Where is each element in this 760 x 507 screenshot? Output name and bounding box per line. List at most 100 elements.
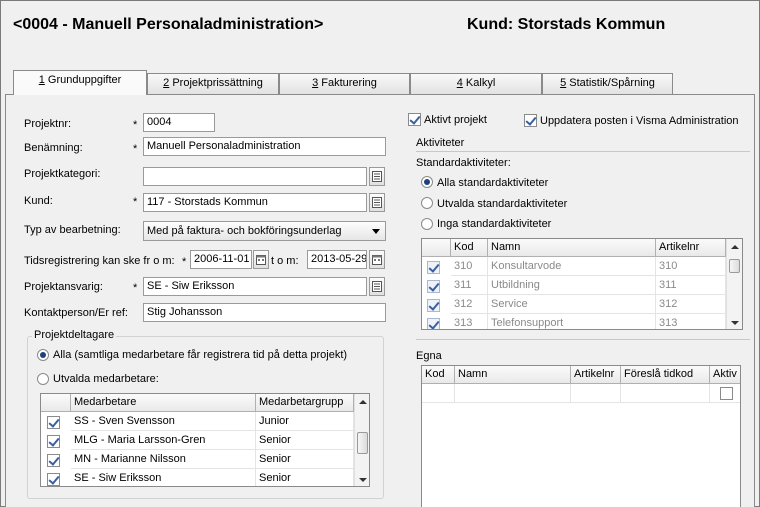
grid-header-medarbetare: Medarbetare bbox=[71, 394, 256, 412]
table-cell-kod: 310 bbox=[451, 257, 488, 276]
tom-label: t o m: bbox=[271, 255, 299, 267]
tab-grunduppgifter[interactable]: 1 Grunduppgifter bbox=[13, 70, 147, 95]
kund-input[interactable]: 117 - Storstads Kommun bbox=[143, 193, 367, 212]
row-checkbox[interactable] bbox=[47, 473, 60, 486]
radio-alla-standard[interactable] bbox=[421, 176, 433, 188]
table-row: Service bbox=[488, 295, 656, 314]
tab-projektprissattning[interactable]: 2 Projektprissättning bbox=[147, 73, 279, 94]
table-cell-artikelnr: 311 bbox=[656, 276, 726, 295]
table-row: Konsultarvode bbox=[488, 257, 656, 276]
scroll-thumb[interactable] bbox=[729, 259, 740, 273]
medarbetare-scrollbar[interactable] bbox=[354, 394, 369, 486]
grid-header-namn: Namn bbox=[455, 366, 571, 384]
tidsreg-label: Tidsregistrering kan ske fr o m: bbox=[24, 255, 175, 267]
grid-header-kod: Kod bbox=[451, 239, 488, 257]
kontakt-label: Kontaktperson/Er ref: bbox=[24, 307, 128, 319]
scroll-thumb[interactable] bbox=[357, 432, 368, 454]
table-cell-namn[interactable] bbox=[455, 384, 571, 403]
radio-inga-standard-label: Inga standardaktiviteter bbox=[437, 218, 552, 230]
row-checkbox[interactable] bbox=[427, 280, 440, 293]
grid-header-artikelnr: Artikelnr bbox=[656, 239, 726, 257]
projektkategori-input[interactable] bbox=[143, 167, 367, 186]
to-date-input[interactable]: 2013-05-29 bbox=[307, 250, 367, 269]
radio-utvalda-standard[interactable] bbox=[421, 197, 433, 209]
radio-inga-standard[interactable] bbox=[421, 218, 433, 230]
row-checkbox[interactable] bbox=[47, 454, 60, 467]
kontakt-input[interactable]: Stig Johansson bbox=[143, 303, 386, 322]
table-cell-artikelnr: 310 bbox=[656, 257, 726, 276]
list-icon bbox=[372, 171, 382, 182]
aktivt-projekt-checkbox[interactable] bbox=[408, 113, 421, 126]
tab-statistik-sparning[interactable]: 5 Statistik/Spårning bbox=[542, 73, 673, 94]
table-row: SE - Siw Eriksson bbox=[71, 469, 256, 486]
required-mark: * bbox=[133, 143, 138, 155]
row-checkbox[interactable] bbox=[427, 318, 440, 329]
scroll-down-icon[interactable] bbox=[359, 478, 367, 482]
table-cell-group: Senior bbox=[256, 469, 354, 486]
radio-utvalda-standard-label: Utvalda standardaktiviteter bbox=[437, 198, 568, 210]
ansvarig-input[interactable]: SE - Siw Eriksson bbox=[143, 277, 367, 296]
required-mark: * bbox=[133, 282, 138, 294]
customer-title: Kund: Storstads Kommun bbox=[467, 16, 666, 33]
typ-select[interactable]: Med på faktura- och bokföringsunderlag bbox=[143, 221, 386, 241]
egna-divider bbox=[416, 339, 750, 340]
table-row: MLG - Maria Larsson-Gren bbox=[71, 431, 256, 450]
benamning-input[interactable]: Manuell Personaladministration bbox=[143, 137, 386, 156]
row-checkbox[interactable] bbox=[47, 435, 60, 448]
scroll-up-icon[interactable] bbox=[359, 400, 367, 404]
ansvarig-label: Projektansvarig: bbox=[24, 281, 103, 293]
table-row: MN - Marianne Nilsson bbox=[71, 450, 256, 469]
project-title: <0004 - Manuell Personaladministration> bbox=[13, 16, 324, 33]
row-checkbox[interactable] bbox=[47, 416, 60, 429]
scroll-up-icon[interactable] bbox=[731, 245, 739, 249]
projektnr-input[interactable]: 0004 bbox=[143, 113, 215, 132]
table-cell-kod: 311 bbox=[451, 276, 488, 295]
aktivt-projekt-label: Aktivt projekt bbox=[424, 114, 487, 126]
ansvarig-lookup-button[interactable] bbox=[369, 277, 385, 296]
typ-label: Typ av bearbetning: bbox=[24, 224, 121, 236]
dropdown-arrow-icon bbox=[372, 229, 380, 234]
table-cell-group: Senior bbox=[256, 450, 354, 469]
standard-scrollbar[interactable] bbox=[726, 239, 742, 329]
table-cell-kod: 313 bbox=[451, 314, 488, 329]
table-row: Telefonsupport bbox=[488, 314, 656, 329]
egna-grid: Kod Namn Artikelnr Föreslå tidkod Aktiv bbox=[421, 365, 741, 507]
calendar-icon bbox=[256, 255, 266, 265]
table-row: Utbildning bbox=[488, 276, 656, 295]
projektdeltagare-title: Projektdeltagare bbox=[32, 329, 117, 341]
aktiv-checkbox[interactable] bbox=[720, 387, 733, 400]
uppdatera-label: Uppdatera posten i Visma Administration bbox=[540, 115, 739, 127]
to-date-calendar-button[interactable] bbox=[369, 250, 385, 269]
list-icon bbox=[372, 197, 382, 208]
grid-header-foresla-tidkod: Föreslå tidkod bbox=[621, 366, 710, 384]
table-cell-artikelnr: 313 bbox=[656, 314, 726, 329]
table-cell-tidkod[interactable] bbox=[621, 384, 710, 403]
required-mark: * bbox=[133, 196, 138, 208]
scroll-down-icon[interactable] bbox=[731, 321, 739, 325]
grid-header-select bbox=[41, 394, 71, 412]
radio-alla-medarbetare[interactable] bbox=[37, 349, 49, 361]
kund-lookup-button[interactable] bbox=[369, 193, 385, 212]
from-date-calendar-button[interactable] bbox=[253, 250, 269, 269]
from-date-input[interactable]: 2006-11-01 bbox=[190, 250, 252, 269]
row-checkbox[interactable] bbox=[427, 261, 440, 274]
row-checkbox[interactable] bbox=[427, 299, 440, 312]
table-cell-artikelnr: 312 bbox=[656, 295, 726, 314]
radio-utvalda-label: Utvalda medarbetare: bbox=[53, 373, 159, 385]
table-cell-artikelnr[interactable] bbox=[571, 384, 621, 403]
required-mark: * bbox=[133, 119, 138, 131]
table-cell-kod[interactable] bbox=[422, 384, 455, 403]
standardaktiviteter-grid: Kod Namn Artikelnr 310 Konsultarvode 310… bbox=[421, 238, 743, 330]
radio-utvalda-medarbetare[interactable] bbox=[37, 373, 49, 385]
projektkategori-lookup-button[interactable] bbox=[369, 167, 385, 186]
projektnr-label: Projektnr: bbox=[24, 118, 72, 130]
table-cell-group: Senior bbox=[256, 431, 354, 450]
benamning-label: Benämning: bbox=[24, 142, 83, 154]
tab-kalkyl[interactable]: 4 Kalkyl bbox=[410, 73, 542, 94]
grid-header-artikelnr: Artikelnr bbox=[571, 366, 621, 384]
uppdatera-checkbox[interactable] bbox=[524, 114, 537, 127]
tab-fakturering[interactable]: 3 Fakturering bbox=[279, 73, 410, 94]
standard-label: Standardaktiviteter: bbox=[416, 157, 511, 169]
radio-alla-standard-label: Alla standardaktiviteter bbox=[437, 177, 549, 189]
egna-label: Egna bbox=[416, 350, 442, 362]
